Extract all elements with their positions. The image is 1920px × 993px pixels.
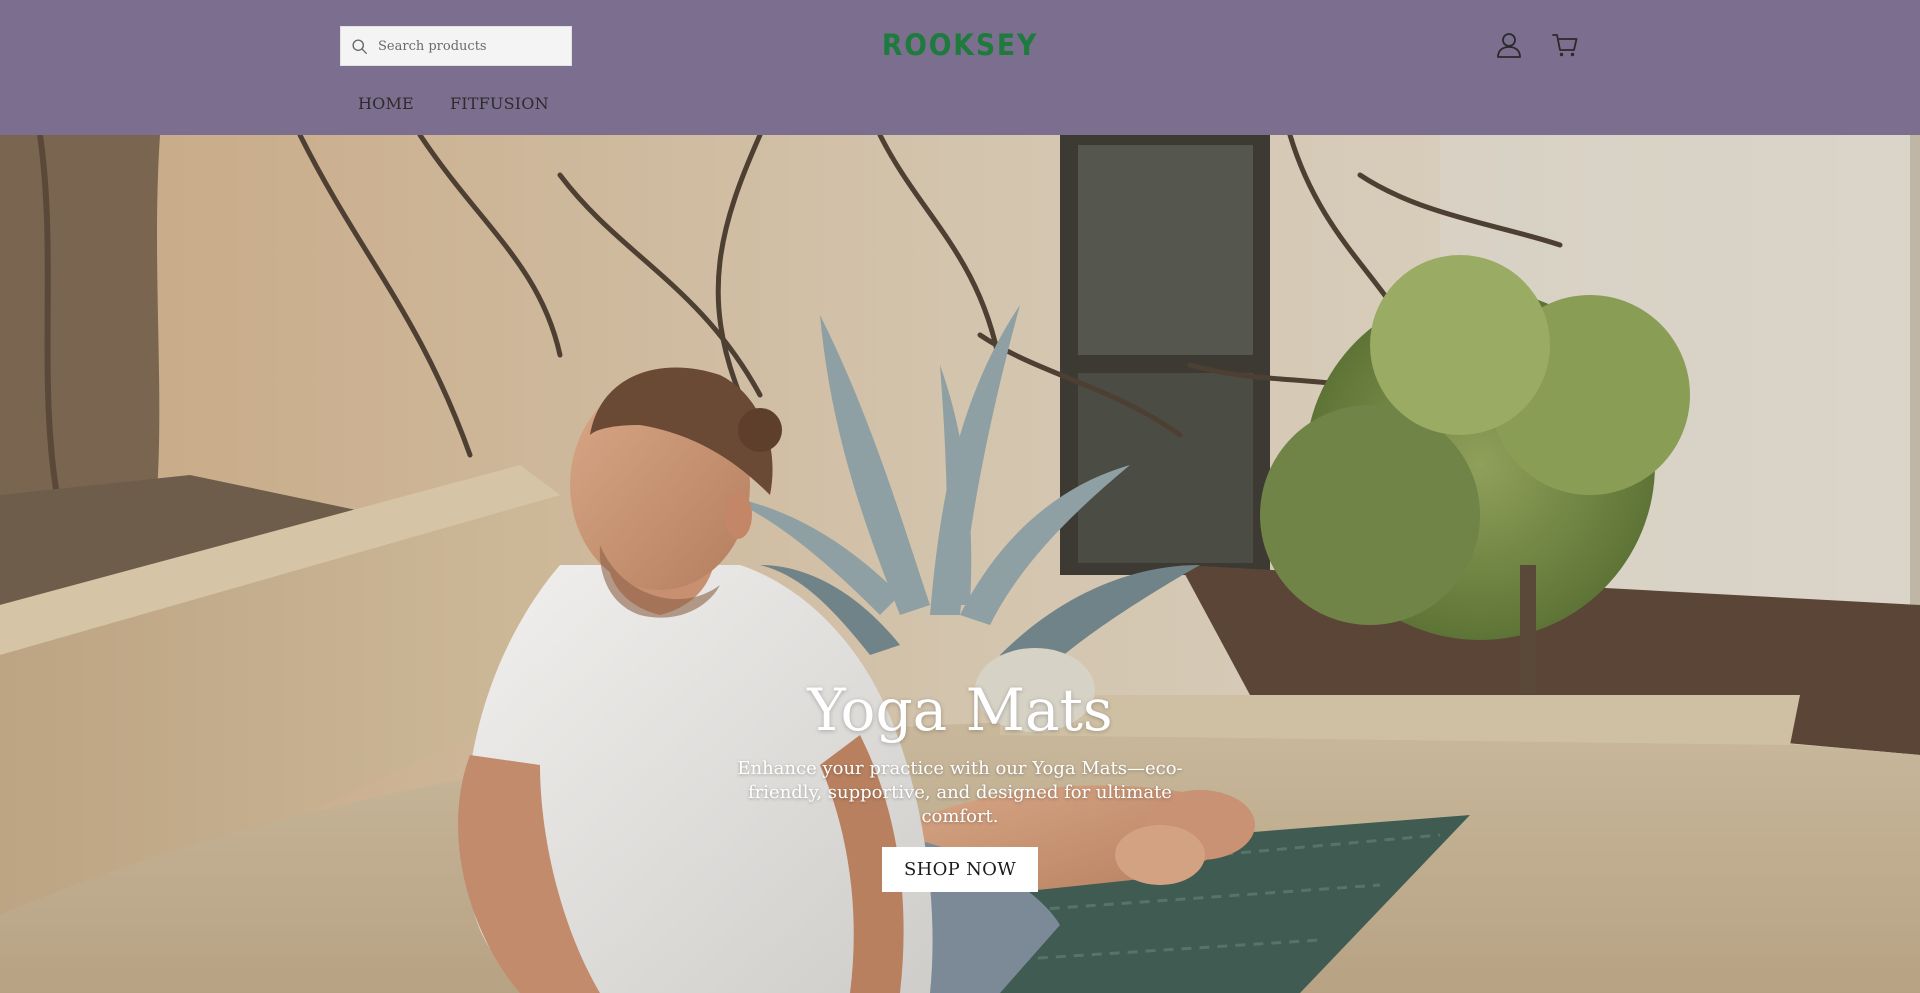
- hero-banner: Yoga Mats Enhance your practice with our…: [0, 135, 1920, 993]
- search-icon: [352, 38, 367, 54]
- account-button[interactable]: [1492, 28, 1526, 62]
- hero-subtitle: Enhance your practice with our Yoga Mats…: [737, 758, 1183, 827]
- search-input[interactable]: [376, 37, 556, 55]
- site-logo[interactable]: ROOKSEY: [868, 28, 1052, 62]
- cart-button[interactable]: [1548, 28, 1582, 62]
- hero-content: Yoga Mats Enhance your practice with our…: [660, 675, 1260, 892]
- search-box[interactable]: [340, 26, 572, 66]
- main-nav: HOME FITFUSION: [340, 94, 567, 113]
- hero-title: Yoga Mats: [807, 676, 1113, 744]
- cart-icon: [1552, 34, 1578, 57]
- nav-item-home[interactable]: HOME: [340, 94, 432, 113]
- site-header: ROOKSEY HOME FITFUSION: [0, 0, 1920, 135]
- user-icon: [1497, 33, 1521, 58]
- shop-now-button[interactable]: SHOP NOW: [882, 847, 1038, 892]
- nav-item-fitfusion[interactable]: FITFUSION: [432, 94, 567, 113]
